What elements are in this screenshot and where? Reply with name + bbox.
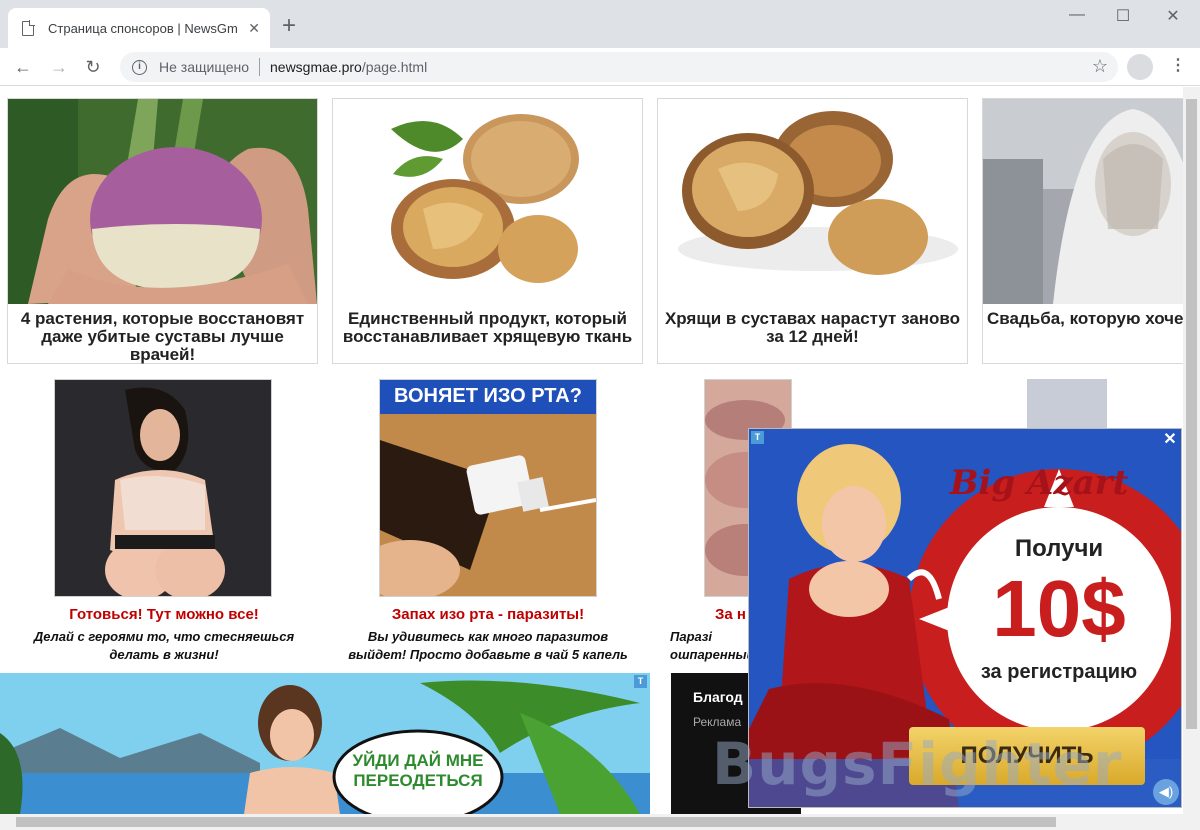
url-host[interactable]: newsgmae.pro	[270, 59, 362, 75]
speaker-icon[interactable]: ◀)	[1153, 779, 1179, 805]
wedding-image	[983, 99, 1183, 304]
browser-tab[interactable]: Страница спонсоров | NewsGm ✕	[8, 8, 270, 48]
info-icon[interactable]: i	[132, 59, 147, 75]
document-icon	[22, 20, 35, 36]
url-path[interactable]: /page.html	[362, 59, 427, 75]
ad-info-badge[interactable]: T	[751, 431, 764, 444]
walnut-image	[658, 99, 967, 304]
address-bar[interactable]: i Не защищено newsgmae.pro/page.html ☆	[120, 52, 1118, 82]
popup-line2: за регистрацию	[980, 661, 1138, 683]
turnip-image	[8, 99, 317, 304]
browser-toolbar: ← → ↻ i Не защищено newsgmae.pro/page.ht…	[0, 48, 1200, 86]
casino-brand: Big Azart	[949, 463, 1129, 503]
ad-card-product[interactable]: Единственный продукт, который восстанавл…	[332, 98, 643, 364]
bookmark-star-icon[interactable]: ☆	[1092, 56, 1108, 77]
ad-caption[interactable]: 4 растения, которые восстановят даже уби…	[12, 310, 313, 364]
maximize-button[interactable]: ☐	[1100, 6, 1146, 26]
back-button[interactable]: ←	[10, 54, 36, 80]
horizontal-scrollbar[interactable]	[0, 814, 1200, 830]
tab-title: Страница спонсоров | NewsGm	[48, 20, 238, 36]
close-icon[interactable]: ✕	[1161, 431, 1179, 449]
popup-line1: Получи	[1014, 535, 1104, 562]
browser-menu-icon[interactable]: ⋮	[1170, 56, 1186, 76]
ad-card-cartilage[interactable]: Хрящи в суставах нарастут заново за 12 д…	[657, 98, 968, 364]
ad-banner-text: ВОНЯЕТ ИЗО РТА?	[394, 385, 582, 407]
ad-card-wedding[interactable]: Свадьба, которую хоче 50 фото	[982, 98, 1183, 364]
reload-button[interactable]: ↻	[80, 54, 106, 80]
forward-button[interactable]: →	[46, 54, 72, 80]
beach-game-ad[interactable]: УЙДИ ДАЙ МНЕ ПЕРЕОДЕТЬСЯ T	[0, 673, 650, 814]
popup-amount: 10$	[992, 564, 1126, 653]
ad-title[interactable]: Запах изо рта - паразиты!	[338, 606, 638, 623]
vertical-scroll-thumb[interactable]	[1186, 99, 1197, 729]
ad-title[interactable]: Готовься! Тут можно все!	[14, 606, 314, 623]
ad-title: Благод	[693, 689, 743, 705]
horizontal-scroll-thumb[interactable]	[16, 817, 1056, 827]
game-character-image	[54, 379, 272, 597]
ad-caption[interactable]: Единственный продукт, который восстанавл…	[337, 310, 638, 346]
security-label[interactable]: Не защищено	[159, 59, 249, 75]
ad-description[interactable]: Делай с героями то, что стесняешься дела…	[14, 628, 314, 664]
ad-description[interactable]: Вы удивитесь как много паразитов выйдет!…	[338, 628, 638, 664]
ad-caption[interactable]: Свадьба, которую хоче 50 фото	[987, 310, 1183, 328]
close-window-button[interactable]: ✕	[1150, 6, 1196, 26]
vertical-scrollbar[interactable]	[1183, 87, 1200, 814]
profile-avatar[interactable]	[1127, 54, 1153, 80]
tab-strip: Страница спонсоров | NewsGm ✕ + — ☐ ✕	[0, 0, 1200, 48]
ad-label: Реклама	[693, 715, 742, 729]
minimize-button[interactable]: —	[1054, 6, 1100, 24]
tab-close-button[interactable]: ✕	[248, 20, 260, 37]
omnibox-divider	[259, 58, 260, 76]
ad-info-badge[interactable]: T	[634, 675, 647, 688]
watermark: BugsFighter	[712, 730, 1123, 798]
new-tab-button[interactable]: +	[282, 14, 296, 38]
ad-card-plants[interactable]: 4 растения, которые восстановят даже уби…	[7, 98, 318, 364]
partial-ad-image[interactable]	[1027, 379, 1107, 429]
speech-bubble-text: УЙДИ ДАЙ МНЕ ПЕРЕОДЕТЬСЯ	[352, 751, 484, 790]
ad-caption[interactable]: Хрящи в суставах нарастут заново за 12 д…	[662, 310, 963, 346]
ad-description[interactable]: Паразі ошпаренный	[670, 628, 760, 664]
walnut-image	[333, 99, 642, 304]
